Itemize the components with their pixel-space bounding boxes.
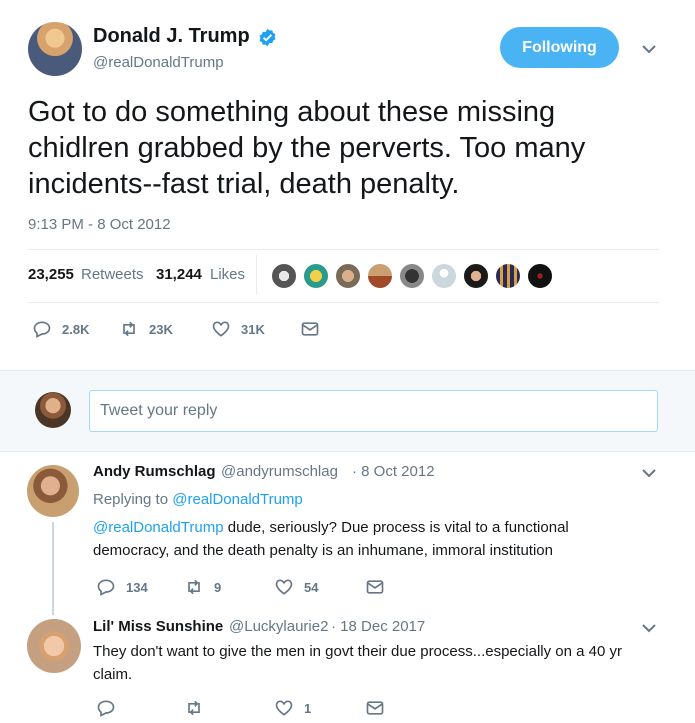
envelope-icon xyxy=(301,322,319,336)
replying-to: Replying to @realDonaldTrump xyxy=(93,491,303,508)
main-tweet: Donald J. Trump @realDonaldTrump Followi… xyxy=(0,0,695,370)
author-handle[interactable]: @realDonaldTrump xyxy=(93,54,224,71)
reply-avatar[interactable] xyxy=(27,465,79,517)
divider xyxy=(28,302,659,303)
heart-icon xyxy=(212,321,230,337)
tweet-text-line: incidents--fast trial, death penalty. xyxy=(28,168,460,200)
reply-text-line: They don't want to give the men in govt … xyxy=(93,643,622,660)
retweet-count: 23K xyxy=(149,321,173,337)
reply-avatar[interactable] xyxy=(27,619,81,673)
replying-to-prefix: Replying to xyxy=(93,491,169,508)
reply-icon xyxy=(97,579,115,596)
reply-icon xyxy=(97,700,115,717)
retweet-action[interactable]: 23K xyxy=(119,319,173,339)
reply-text-line: claim. xyxy=(93,666,133,683)
reply-action[interactable]: 2.8K xyxy=(32,319,89,339)
mention-link[interactable]: @realDonaldTrump xyxy=(93,519,224,536)
liker-avatar[interactable] xyxy=(430,262,458,290)
chevron-down-icon[interactable] xyxy=(641,620,657,636)
retweet-icon xyxy=(188,700,200,716)
retweet-action[interactable]: 9 xyxy=(184,577,221,597)
retweet-count: 9 xyxy=(214,579,222,595)
chevron-down-icon[interactable] xyxy=(641,465,657,481)
verified-badge-icon xyxy=(259,28,276,47)
retweets-label[interactable]: Retweets xyxy=(81,266,144,283)
envelope-icon xyxy=(366,701,384,715)
retweets-count[interactable]: 23,255 xyxy=(28,266,74,283)
like-action[interactable]: 31K xyxy=(211,319,265,339)
reply-action[interactable]: 134 xyxy=(96,577,148,597)
liker-avatar[interactable] xyxy=(270,262,298,290)
direct-message-action[interactable] xyxy=(365,577,385,597)
liker-avatar[interactable] xyxy=(526,262,554,290)
liker-avatar[interactable] xyxy=(462,262,490,290)
liker-avatar[interactable] xyxy=(302,262,330,290)
reply-text: @realDonaldTrump dude, seriously? Due pr… xyxy=(93,516,663,562)
heart-icon xyxy=(275,700,293,716)
tweet-text-line: Got to do something about these missing xyxy=(28,96,556,128)
reply-author-name[interactable]: Lil' Miss Sunshine xyxy=(93,618,223,635)
like-count: 54 xyxy=(304,579,319,595)
replying-to-link[interactable]: @realDonaldTrump xyxy=(172,491,303,508)
envelope-icon xyxy=(366,580,384,594)
retweet-icon xyxy=(123,321,135,337)
reply-count: 2.8K xyxy=(62,321,90,337)
following-button[interactable]: Following xyxy=(500,27,619,68)
reply-author-handle[interactable]: @andyrumschlag xyxy=(221,463,338,480)
current-user-avatar xyxy=(35,392,71,428)
like-count: 31K xyxy=(241,321,265,337)
reply-input[interactable]: Tweet your reply xyxy=(89,390,658,432)
reply-count: 134 xyxy=(126,579,148,595)
like-action[interactable]: 54 xyxy=(274,577,318,597)
author-avatar[interactable] xyxy=(28,22,82,76)
chevron-down-icon[interactable] xyxy=(641,41,657,57)
likes-count[interactable]: 31,244 xyxy=(156,266,202,283)
liker-avatar[interactable] xyxy=(494,262,522,290)
reply-icon xyxy=(33,321,51,338)
divider xyxy=(28,249,659,250)
reply-date[interactable]: · 18 Dec 2017 xyxy=(331,618,425,635)
tweet-timestamp[interactable]: 9:13 PM - 8 Oct 2012 xyxy=(28,216,171,233)
direct-message-action[interactable] xyxy=(300,319,320,339)
reply-author-name[interactable]: Andy Rumschlag xyxy=(93,463,216,480)
stats-separator xyxy=(256,255,257,295)
likes-label[interactable]: Likes xyxy=(210,266,245,283)
liker-avatar[interactable] xyxy=(398,262,426,290)
direct-message-action[interactable] xyxy=(365,698,385,718)
author-name[interactable]: Donald J. Trump xyxy=(93,25,250,48)
tweet-text: Got to do something about these missing … xyxy=(28,94,668,202)
reply-action[interactable] xyxy=(96,698,116,718)
liker-avatar[interactable] xyxy=(366,262,394,290)
reply-author-handle[interactable]: @Luckylaurie2 xyxy=(229,618,328,635)
reply-date[interactable]: · 8 Oct 2012 xyxy=(352,463,435,480)
retweet-icon xyxy=(188,579,200,595)
like-count: 1 xyxy=(304,700,312,716)
liker-avatar[interactable] xyxy=(334,262,362,290)
thread-line xyxy=(52,522,54,615)
reply-text-line: dude, seriously? Due process is vital to… xyxy=(227,519,569,536)
retweet-action[interactable] xyxy=(184,698,204,718)
heart-icon xyxy=(275,579,293,595)
like-action[interactable]: 1 xyxy=(274,698,311,718)
reply-text-line: democracy, and the death penalty is an i… xyxy=(93,542,553,559)
tweet-text-line: chidlren grabbed by the perverts. Too ma… xyxy=(28,132,586,164)
reply-text: They don't want to give the men in govt … xyxy=(93,640,673,686)
